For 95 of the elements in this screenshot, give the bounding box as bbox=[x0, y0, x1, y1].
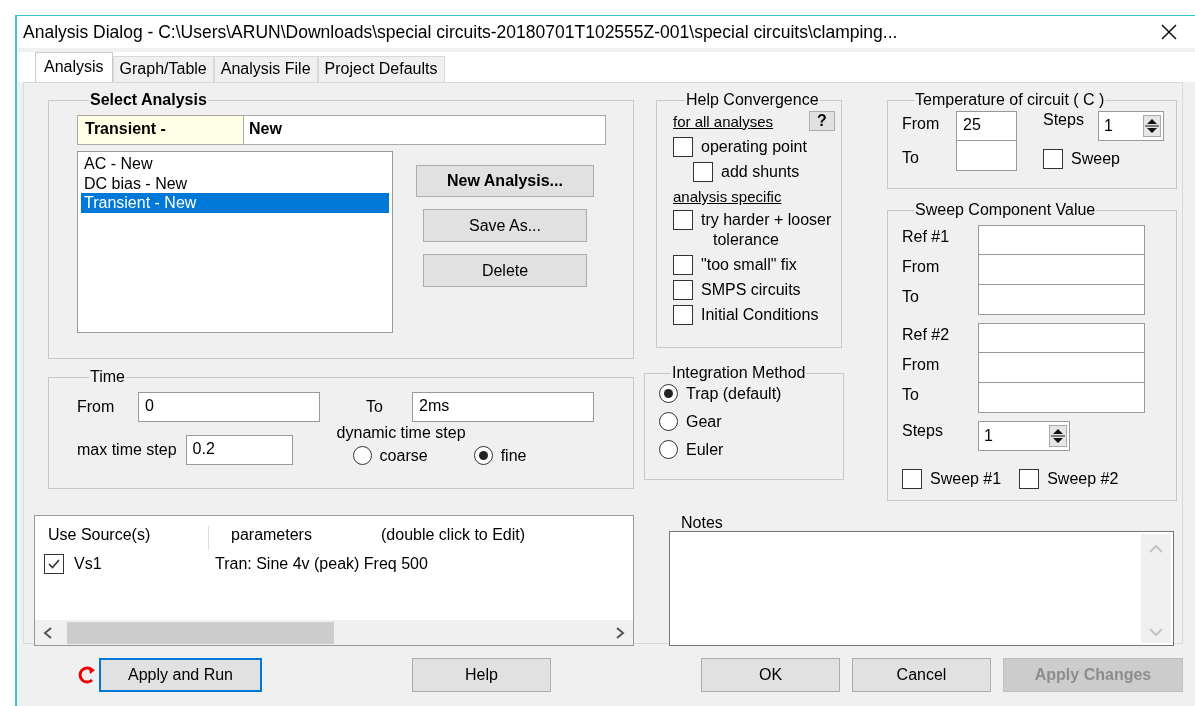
field-label: To bbox=[902, 287, 920, 306]
dialog-button[interactable]: Apply and Run bbox=[99, 658, 262, 692]
dialog-button[interactable]: OK bbox=[701, 658, 840, 692]
notes-field[interactable] bbox=[669, 531, 1174, 646]
field-label: max time step bbox=[77, 441, 177, 459]
field-label: From bbox=[902, 257, 941, 276]
checkbox[interactable] bbox=[673, 137, 693, 157]
field-label: Steps bbox=[1043, 111, 1084, 129]
ref-field[interactable] bbox=[978, 323, 1145, 353]
field-label: Ref #1 bbox=[902, 227, 951, 246]
radio-button[interactable] bbox=[659, 440, 678, 459]
checkbox[interactable] bbox=[1019, 469, 1040, 489]
horizontal-scrollbar[interactable] bbox=[35, 620, 633, 645]
group-title: Sweep Component Value bbox=[914, 201, 1097, 219]
list-item[interactable]: DC bias - New bbox=[81, 173, 389, 193]
temperature-to-field[interactable] bbox=[956, 141, 1017, 171]
tab[interactable]: Analysis bbox=[35, 52, 113, 82]
dialog-button[interactable]: Cancel bbox=[852, 658, 991, 692]
option-label: Sweep #1 bbox=[930, 470, 1002, 488]
from-field[interactable]: 0 bbox=[138, 392, 320, 422]
radio-button[interactable] bbox=[659, 384, 678, 403]
field-label: To bbox=[366, 398, 384, 416]
checkbox[interactable] bbox=[673, 255, 693, 275]
spin-button[interactable] bbox=[1142, 115, 1161, 137]
checkbox[interactable] bbox=[44, 554, 64, 574]
table-cell-text: Vs1 bbox=[74, 555, 103, 573]
column-header: (double click to Edit) bbox=[381, 526, 526, 545]
checkbox[interactable] bbox=[693, 162, 713, 182]
from-field[interactable] bbox=[978, 255, 1145, 285]
option-label: operating point bbox=[701, 138, 807, 156]
table-cell: Tran: Sine 4v (peak) Freq 500 bbox=[215, 555, 428, 573]
option-label: Sweep bbox=[1071, 150, 1120, 168]
option-label: coarse bbox=[379, 446, 428, 465]
scroll-thumb[interactable] bbox=[67, 621, 334, 644]
to-field[interactable]: 2ms bbox=[412, 392, 594, 422]
checkbox[interactable] bbox=[902, 469, 922, 489]
analysis-button[interactable]: Delete bbox=[423, 254, 587, 287]
close-icon[interactable] bbox=[1161, 24, 1177, 40]
option-label: "too small" fix bbox=[701, 255, 798, 275]
list-item[interactable]: AC - New bbox=[81, 154, 389, 174]
group-title: Integration Method bbox=[671, 364, 807, 382]
run-icon[interactable] bbox=[77, 665, 97, 685]
ref-field[interactable] bbox=[978, 225, 1145, 255]
field-label: To bbox=[902, 149, 920, 167]
group-title: Select Analysis bbox=[89, 91, 208, 109]
section-heading: analysis specific bbox=[673, 188, 783, 205]
radio-button[interactable] bbox=[659, 412, 678, 431]
option-label: Gear bbox=[686, 412, 722, 431]
field-label: dynamic time step bbox=[336, 424, 467, 442]
dialog-button[interactable]: Help bbox=[412, 658, 551, 692]
scroll-left-icon[interactable] bbox=[43, 626, 53, 639]
analysis-button[interactable]: Save As... bbox=[423, 209, 587, 242]
option-label: add shunts bbox=[721, 163, 800, 181]
to-field[interactable] bbox=[978, 383, 1145, 413]
to-field[interactable] bbox=[978, 285, 1145, 315]
window-title: Analysis Dialog - C:\Users\ARUN\Downloads\special circuits-20180701T102555Z-001\special circuits\clamping... bbox=[23, 21, 899, 43]
option-label: Initial Conditions bbox=[701, 305, 820, 325]
steps-field[interactable]: 1 bbox=[1097, 111, 1164, 141]
group-title: Time bbox=[89, 368, 126, 386]
group-title: Temperature of circuit ( C ) bbox=[914, 91, 1106, 109]
tab[interactable]: Graph/Table bbox=[112, 56, 214, 82]
field-label: From bbox=[902, 115, 941, 133]
checkbox[interactable] bbox=[673, 280, 693, 300]
option-label: try harder + looser tolerance bbox=[701, 210, 833, 250]
checkbox[interactable] bbox=[673, 305, 693, 325]
column-header: parameters bbox=[231, 526, 313, 545]
radio-button[interactable] bbox=[352, 446, 372, 465]
tab[interactable]: Project Defaults bbox=[317, 56, 445, 82]
option-label: Sweep #2 bbox=[1047, 470, 1119, 488]
max-step-field[interactable]: 0.2 bbox=[185, 435, 293, 465]
option-label: Trap (default) bbox=[686, 384, 782, 403]
field-label: Steps bbox=[902, 421, 944, 440]
tab[interactable]: Analysis File bbox=[213, 56, 318, 82]
section-heading: for all analyses bbox=[673, 112, 774, 130]
notes-label: Notes bbox=[681, 515, 724, 531]
scroll-right-icon[interactable] bbox=[615, 626, 625, 639]
field-label: To bbox=[902, 385, 920, 404]
field-label: From bbox=[902, 355, 941, 374]
spin-button[interactable] bbox=[1049, 425, 1067, 447]
field-label: Ref #2 bbox=[902, 325, 951, 344]
temperature-from-field[interactable]: 25 bbox=[956, 111, 1017, 141]
radio-button[interactable] bbox=[473, 446, 493, 465]
help-button[interactable]: ? bbox=[809, 111, 835, 131]
option-label: SMPS circuits bbox=[701, 280, 802, 300]
option-label: Euler bbox=[686, 440, 724, 459]
checkbox[interactable] bbox=[673, 210, 693, 230]
list-item[interactable]: Transient - New bbox=[81, 193, 389, 213]
column-header: Use Source(s) bbox=[35, 526, 209, 550]
option-label: fine bbox=[500, 446, 527, 465]
from-field[interactable] bbox=[978, 353, 1145, 383]
analysis-button[interactable]: New Analysis... bbox=[416, 165, 594, 197]
steps-field[interactable]: 1 bbox=[978, 421, 1070, 451]
field-label: From bbox=[77, 398, 116, 416]
group-title: Help Convergence bbox=[685, 91, 820, 109]
checkbox[interactable] bbox=[1043, 149, 1063, 169]
